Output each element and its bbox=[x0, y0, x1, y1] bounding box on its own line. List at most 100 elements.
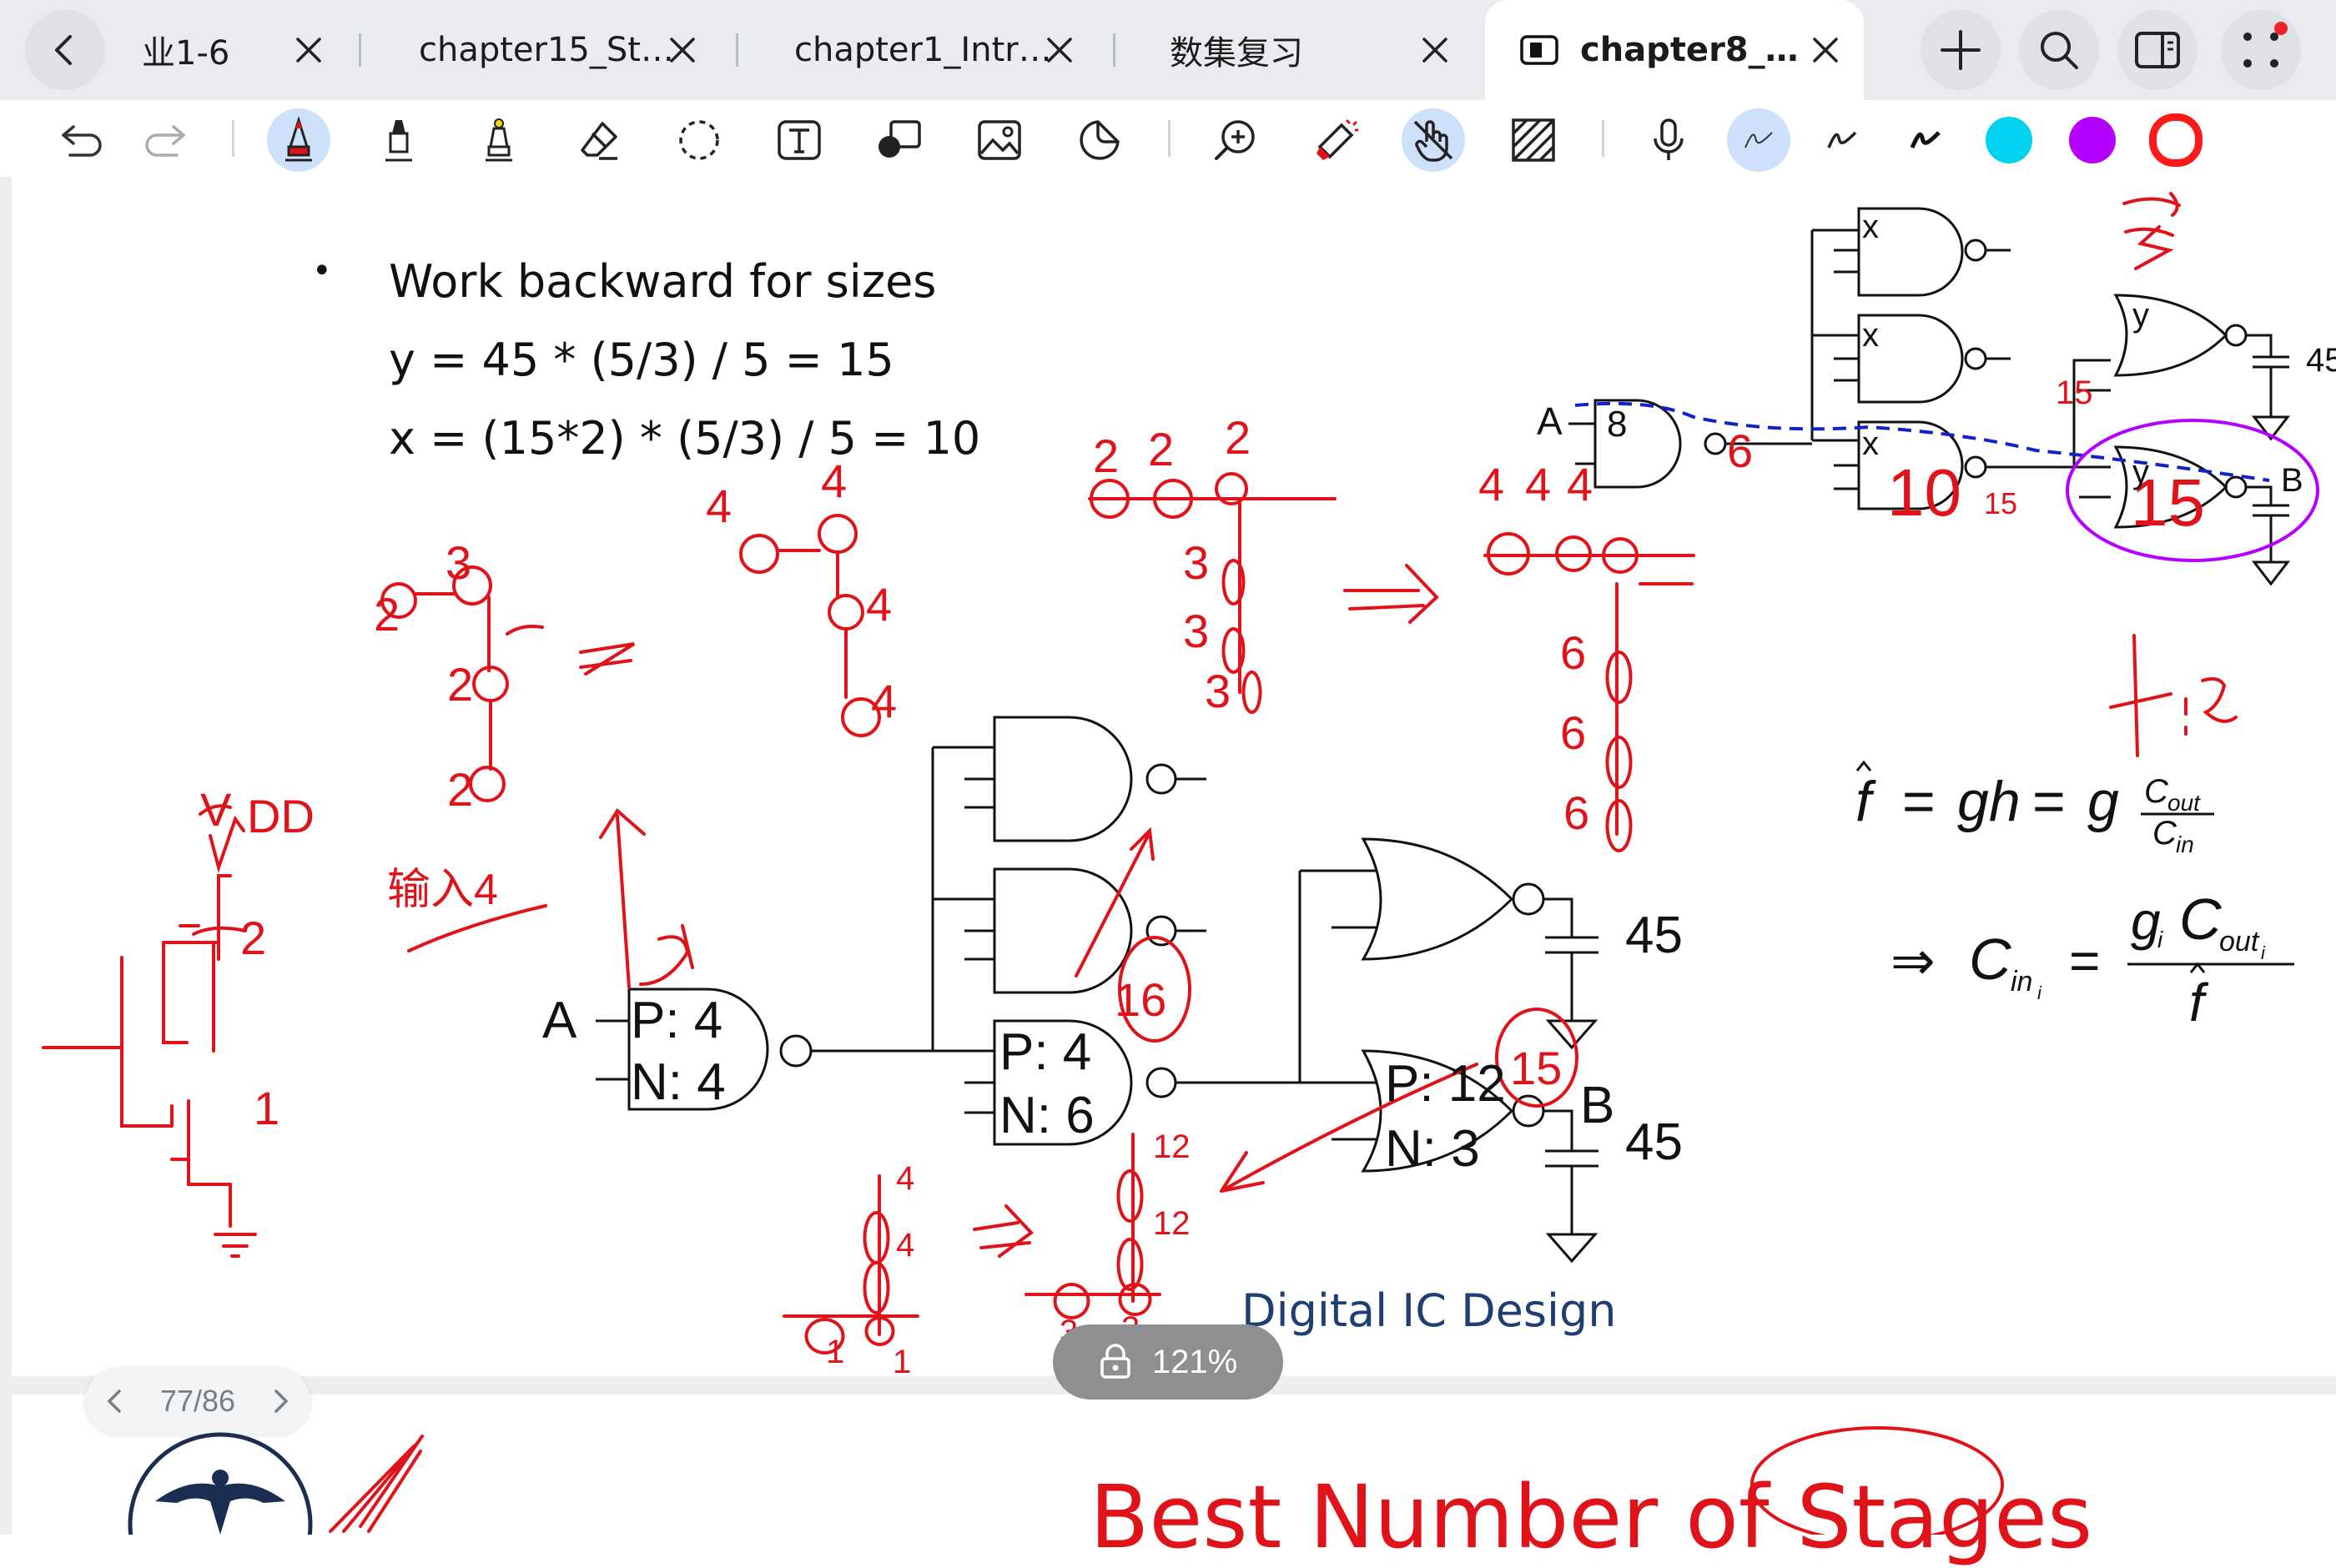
color-cyan-swatch[interactable] bbox=[1977, 108, 2041, 172]
marker-icon bbox=[385, 120, 412, 162]
redo-button[interactable] bbox=[133, 108, 197, 172]
next-page-button[interactable] bbox=[272, 1389, 290, 1414]
stroke-thick-button[interactable] bbox=[1894, 108, 1957, 172]
tab-divider bbox=[736, 33, 738, 67]
eraser-tool[interactable] bbox=[567, 108, 631, 172]
chevron-right-icon bbox=[274, 1390, 289, 1413]
page-indicator: 77/86 bbox=[159, 1384, 236, 1418]
tab-divider bbox=[359, 33, 361, 67]
tab-bar: 业1-6 chapter15_St… chapter1_Intr… 数集复习 c… bbox=[0, 0, 2336, 100]
gate3-p-size: P: 12 bbox=[1385, 1055, 1506, 1113]
highlighter-tool[interactable] bbox=[467, 108, 531, 172]
lasso-tool[interactable] bbox=[667, 108, 731, 172]
redo-icon bbox=[145, 125, 185, 157]
zoom-tool[interactable] bbox=[1205, 108, 1268, 172]
stroke-thin-icon bbox=[1744, 132, 1773, 148]
pattern-tool[interactable] bbox=[1502, 108, 1565, 172]
eraser-icon bbox=[581, 122, 617, 160]
gate1-p-size: P: 4 bbox=[631, 992, 723, 1049]
undo-button[interactable] bbox=[50, 108, 113, 172]
tab-5-active[interactable]: chapter8_… bbox=[1485, 0, 1864, 100]
svg-text:=: = bbox=[2069, 931, 2100, 991]
gate2-n-size: N: 6 bbox=[999, 1087, 1095, 1144]
pen-tool[interactable] bbox=[267, 108, 330, 172]
equation-x: x = (15*2) * (5/3) / 5 = 10 bbox=[389, 412, 981, 465]
load-cap-top: 45 bbox=[1625, 907, 1683, 964]
more-dots-icon bbox=[2243, 33, 2278, 68]
stroke-thick-icon bbox=[1910, 131, 1941, 148]
tab-label: chapter1_Intr… bbox=[794, 31, 1052, 69]
svg-text:f: f bbox=[1855, 770, 1876, 833]
svg-text:=: = bbox=[1902, 770, 1936, 833]
laser-tool[interactable] bbox=[1305, 108, 1368, 172]
equation-y: y = 45 * (5/3) / 5 = 15 bbox=[389, 334, 894, 386]
university-logo bbox=[128, 1432, 313, 1535]
bullet-dot: • bbox=[312, 252, 332, 290]
svg-text:C: C bbox=[2144, 773, 2169, 810]
image-tool[interactable] bbox=[968, 108, 1031, 172]
tab-3[interactable]: chapter1_Intr… bbox=[751, 0, 1101, 100]
svg-text:g: g bbox=[2131, 891, 2161, 951]
touch-draw-toggle[interactable] bbox=[1402, 108, 1465, 172]
gate1-n-size: N: 4 bbox=[631, 1053, 726, 1111]
hand-touch-icon bbox=[1413, 120, 1453, 162]
search-icon bbox=[2041, 32, 2078, 69]
tab-label: 数集复习 bbox=[1170, 34, 1303, 73]
shapes-tool[interactable] bbox=[868, 108, 931, 172]
tab-label: chapter15_St… bbox=[419, 31, 674, 69]
svg-text:C: C bbox=[1969, 927, 2011, 992]
undo-icon bbox=[62, 125, 102, 157]
text-tool[interactable] bbox=[768, 108, 831, 172]
svg-text:out: out bbox=[2219, 926, 2260, 957]
zoom-indicator[interactable]: 121% bbox=[1053, 1324, 1283, 1400]
mini-output-b: B bbox=[2281, 462, 2303, 499]
mini-gate-size-8: 8 bbox=[1607, 404, 1628, 445]
svg-text:=: = bbox=[2032, 770, 2066, 833]
highlighter-icon bbox=[486, 118, 512, 162]
microphone-button[interactable] bbox=[1637, 108, 1700, 172]
mini-gate-x3: x bbox=[1862, 425, 1879, 462]
close-icon[interactable] bbox=[1809, 33, 1842, 67]
svg-text:i: i bbox=[2261, 942, 2266, 963]
svg-text:in: in bbox=[2011, 966, 2032, 998]
close-icon[interactable] bbox=[1418, 33, 1452, 67]
annotation-toolbar bbox=[0, 100, 2336, 178]
marker-tool[interactable] bbox=[367, 108, 430, 172]
back-button[interactable] bbox=[25, 10, 105, 90]
prev-page-button[interactable] bbox=[105, 1389, 123, 1414]
stroke-medium-icon bbox=[1827, 131, 1857, 148]
close-icon[interactable] bbox=[292, 33, 325, 67]
cyan-swatch-icon bbox=[1986, 117, 2032, 163]
gate2-p-size: P: 4 bbox=[999, 1023, 1092, 1081]
svg-text:i: i bbox=[2037, 983, 2042, 1003]
search-button[interactable] bbox=[2019, 10, 2099, 90]
color-red-swatch[interactable] bbox=[2144, 108, 2208, 172]
svg-text:out: out bbox=[2167, 790, 2201, 816]
chevron-left-icon bbox=[55, 35, 72, 65]
svg-text:in: in bbox=[2176, 832, 2194, 857]
load-cap-bottom: 45 bbox=[1625, 1113, 1683, 1171]
close-icon[interactable] bbox=[666, 33, 699, 67]
tab-4[interactable]: 数集复习 bbox=[1126, 0, 1477, 100]
split-view-button[interactable] bbox=[2117, 10, 2198, 90]
stroke-medium-button[interactable] bbox=[1810, 108, 1874, 172]
tab-2[interactable]: chapter15_St… bbox=[375, 0, 726, 100]
close-icon[interactable] bbox=[1043, 33, 1076, 67]
stroke-thin-button[interactable] bbox=[1727, 108, 1790, 172]
slide-footer: Digital IC Design bbox=[1241, 1284, 1617, 1337]
plus-icon bbox=[1941, 30, 1981, 70]
laser-pointer-icon bbox=[1317, 118, 1358, 160]
svg-text:f: f bbox=[2189, 972, 2209, 1029]
tab-label: 业1-6 bbox=[142, 34, 230, 73]
new-tab-button[interactable] bbox=[1921, 10, 2001, 90]
more-button[interactable] bbox=[2221, 10, 2301, 90]
svg-text:C: C bbox=[2179, 887, 2222, 952]
pattern-icon bbox=[1512, 118, 1555, 162]
toolbar-divider bbox=[1602, 120, 1604, 157]
sticker-tool[interactable] bbox=[1068, 108, 1131, 172]
document-icon bbox=[1520, 35, 1558, 65]
toolbar-divider bbox=[232, 120, 234, 157]
tab-1[interactable]: 业1-6 bbox=[133, 0, 342, 100]
sticker-icon bbox=[1080, 120, 1120, 160]
color-purple-swatch[interactable] bbox=[2061, 108, 2124, 172]
